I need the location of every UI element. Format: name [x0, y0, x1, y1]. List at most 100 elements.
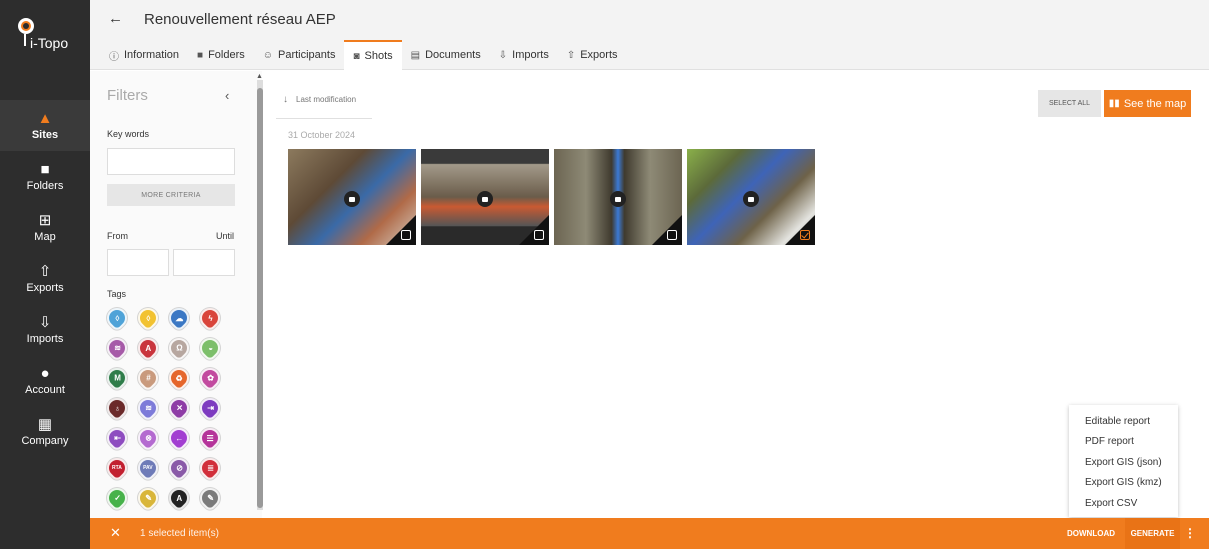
tag-marker-icon[interactable]: ✓ — [102, 483, 132, 513]
tag-marker-icon[interactable]: ⇥ — [195, 393, 225, 423]
sidebar-item-label: Account — [25, 383, 65, 396]
checkbox-checked-icon[interactable] — [800, 230, 810, 240]
tag-marker-icon[interactable]: A — [133, 333, 163, 363]
tag-marker-icon[interactable]: ϟ — [195, 303, 225, 333]
tag-marker-icon[interactable]: ◒ — [195, 333, 225, 363]
tag-marker-icon[interactable]: ♁ — [102, 393, 132, 423]
tag-marker-icon[interactable]: ☰ — [195, 423, 225, 453]
tag-marker-icon[interactable]: ✎ — [133, 483, 163, 513]
chevron-left-icon[interactable]: ‹ — [225, 88, 229, 103]
tag-marker-icon[interactable]: ◊ — [102, 303, 132, 333]
tab-imports[interactable]: ⇩ Imports — [490, 40, 558, 70]
tag-glyph: ⊗ — [144, 433, 152, 443]
tag-marker-icon[interactable]: ⇤ — [102, 423, 132, 453]
filters-scrollbar[interactable] — [257, 80, 263, 510]
sort-control[interactable]: ↓ Last modification — [283, 94, 356, 105]
back-arrow-icon[interactable]: ← — [108, 10, 123, 27]
sidebar-item-imports[interactable]: ⇩ Imports — [0, 304, 90, 355]
tag-glyph: ◒ — [207, 343, 213, 353]
sidebar: i-Topo ▲ Sites ■ Folders ⊞ Map ⇧ Exports ⇩ Import… — [0, 0, 90, 549]
tag-glyph: ☰ — [206, 433, 214, 443]
tag-marker-icon[interactable]: Ω — [164, 333, 194, 363]
until-date-input[interactable] — [173, 249, 235, 276]
menu-item-export-csv[interactable]: Export CSV — [1069, 493, 1178, 514]
scroll-up-icon[interactable]: ▲ — [256, 73, 263, 80]
tag-glyph: ✓ — [113, 493, 121, 503]
photo-thumbnail[interactable] — [288, 149, 416, 245]
menu-item-export-gis-kmz[interactable]: Export GIS (kmz) — [1069, 473, 1178, 494]
tab-label: Shots — [364, 50, 393, 62]
menu-item-pdf-report[interactable]: PDF report — [1069, 432, 1178, 453]
tag-marker-icon[interactable]: ✿ — [195, 363, 225, 393]
photo-thumbnail[interactable] — [687, 149, 815, 245]
see-map-button[interactable]: ▮▮ See the map — [1104, 90, 1191, 117]
sidebar-item-account[interactable]: ● Account — [0, 355, 90, 406]
sidebar-item-exports[interactable]: ⇧ Exports — [0, 253, 90, 304]
date-group-label: 31 October 2024 — [288, 130, 356, 140]
tag-glyph: ✕ — [175, 403, 183, 413]
upload-icon: ⇧ — [566, 49, 576, 61]
tab-exports[interactable]: ⇧ Exports — [558, 40, 627, 70]
photo-thumbnail[interactable] — [554, 149, 682, 245]
building-icon: ▦ — [37, 415, 53, 433]
tag-marker-icon[interactable]: A — [164, 483, 194, 513]
tag-marker-icon[interactable]: ≋ — [133, 393, 163, 423]
tag-marker-icon[interactable]: ✕ — [164, 393, 194, 423]
tag-marker-icon[interactable]: ≣ — [195, 453, 225, 483]
checkbox-icon[interactable] — [534, 230, 544, 240]
more-criteria-button[interactable]: MORE CRITERIA — [107, 184, 235, 206]
tag-marker-icon[interactable]: ⊘ — [164, 453, 194, 483]
tab-bar: ⓘ Information ■ Folders ☺ Participants ◙ Shots ▤… — [100, 40, 627, 70]
tag-glyph: RTA — [112, 465, 122, 471]
tag-marker-icon[interactable]: ≋ — [102, 333, 132, 363]
tag-marker-icon[interactable]: PAV — [133, 453, 163, 483]
tag-glyph: M — [113, 373, 121, 383]
tag-marker-icon[interactable]: ☁ — [164, 303, 194, 333]
tag-glyph: ◊ — [115, 313, 119, 323]
page-header: ← Renouvellement réseau AEP ⓘ Information… — [90, 0, 1209, 70]
from-date-input[interactable] — [107, 249, 169, 276]
tag-marker-icon[interactable]: ♻ — [164, 363, 194, 393]
select-all-button[interactable]: SELECT ALL — [1038, 90, 1101, 117]
tab-shots[interactable]: ◙ Shots — [344, 40, 402, 70]
app-logo[interactable]: i-Topo — [18, 18, 78, 58]
sidebar-item-company[interactable]: ▦ Company — [0, 406, 90, 457]
user-icon: ● — [40, 364, 50, 382]
see-map-label: See the map — [1123, 97, 1187, 110]
tag-marker-icon[interactable]: RTA — [102, 453, 132, 483]
tag-glyph: ⇥ — [206, 403, 214, 413]
sidebar-item-sites[interactable]: ▲ Sites — [0, 100, 90, 151]
download-button[interactable]: DOWNLOAD — [1067, 529, 1115, 538]
camera-icon — [610, 191, 626, 207]
sidebar-item-folders[interactable]: ■ Folders — [0, 151, 90, 202]
checkbox-icon[interactable] — [667, 230, 677, 240]
close-icon[interactable]: ✕ — [110, 525, 121, 541]
sidebar-item-map[interactable]: ⊞ Map — [0, 202, 90, 253]
tag-marker-icon[interactable]: ◊ — [133, 303, 163, 333]
tag-marker-icon[interactable]: M — [102, 363, 132, 393]
menu-item-export-gis-json[interactable]: Export GIS (json) — [1069, 452, 1178, 473]
tag-glyph: ≋ — [113, 343, 121, 353]
generate-button[interactable]: GENERATE — [1125, 518, 1180, 549]
tab-folders[interactable]: ■ Folders — [188, 40, 254, 70]
filters-panel: Filters ‹ Key words MORE CRITERIA From U… — [90, 71, 262, 518]
more-vertical-icon[interactable]: ⋮ — [1184, 526, 1196, 540]
download-icon: ⇩ — [38, 313, 52, 331]
tab-label: Exports — [580, 49, 618, 61]
logo-text: i-Topo — [30, 35, 69, 51]
tag-marker-icon[interactable]: ← — [164, 423, 194, 453]
tab-label: Folders — [208, 49, 245, 61]
tag-marker-icon[interactable]: # — [133, 363, 163, 393]
tab-information[interactable]: ⓘ Information — [100, 40, 188, 70]
photo-thumbnail[interactable] — [421, 149, 549, 245]
tab-participants[interactable]: ☺ Participants — [254, 40, 345, 70]
menu-item-editable-report[interactable]: Editable report — [1069, 411, 1178, 432]
document-icon: ▤ — [410, 49, 421, 61]
tag-marker-icon[interactable]: ⊗ — [133, 423, 163, 453]
keywords-input[interactable] — [107, 148, 235, 175]
checkbox-icon[interactable] — [401, 230, 411, 240]
scrollbar-thumb[interactable] — [257, 88, 263, 508]
tab-documents[interactable]: ▤ Documents — [402, 40, 490, 70]
tag-marker-icon[interactable]: ✎ — [195, 483, 225, 513]
tag-glyph: ≋ — [144, 403, 152, 413]
